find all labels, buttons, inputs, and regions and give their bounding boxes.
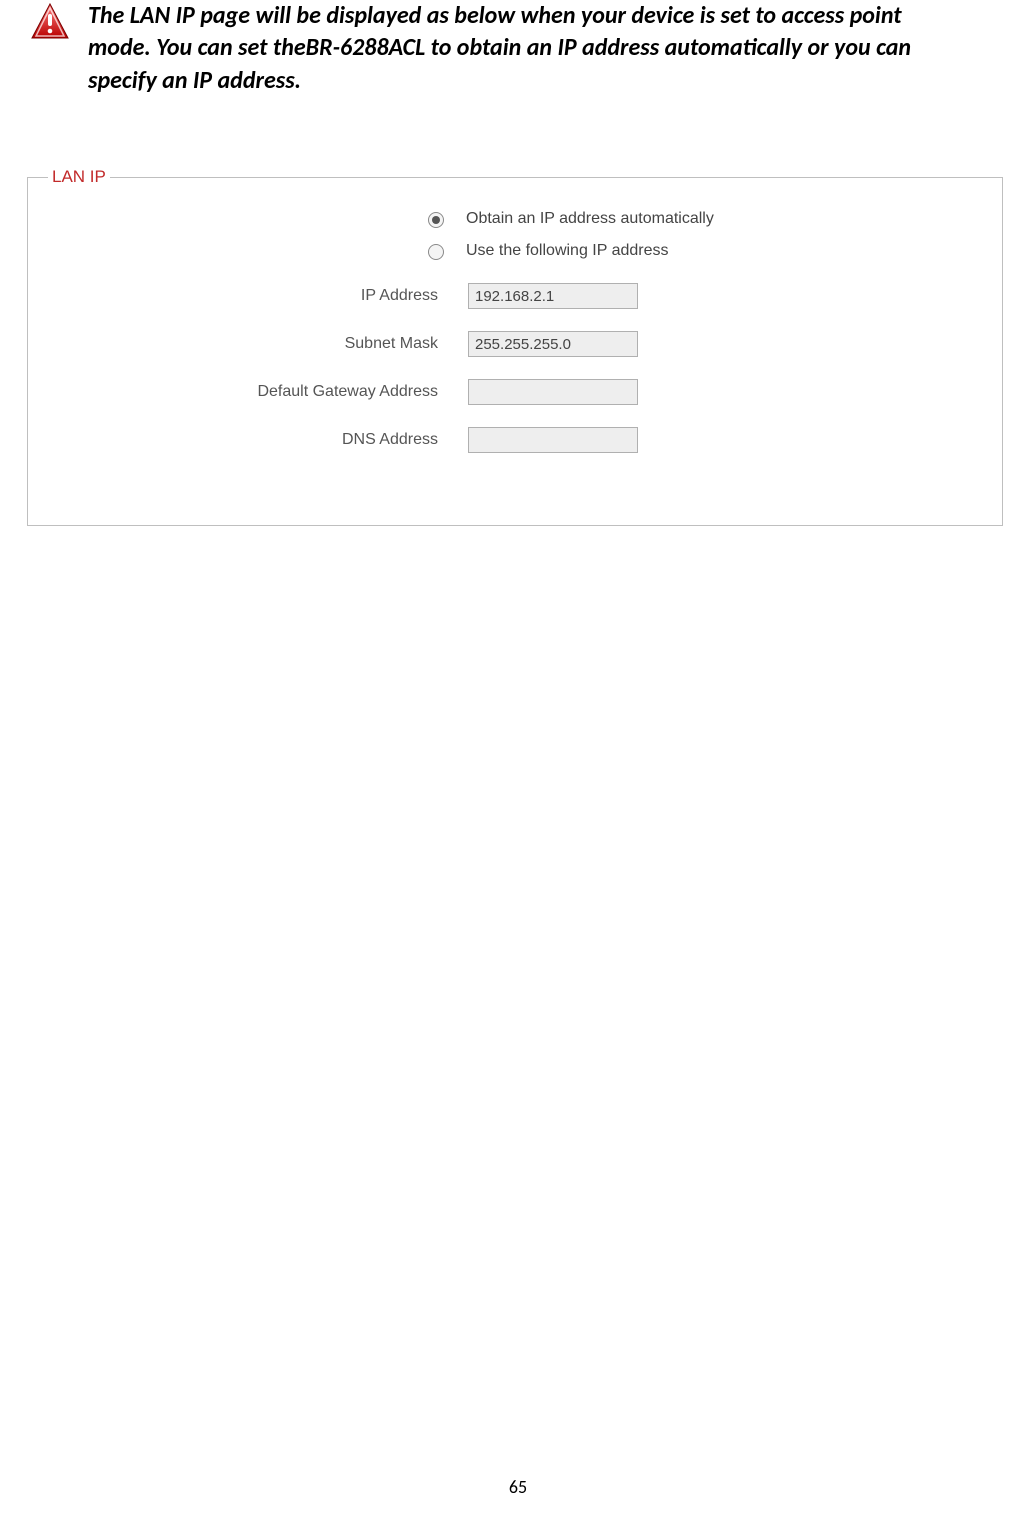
radio-icon	[428, 244, 444, 260]
input-subnet-mask[interactable]	[468, 331, 638, 357]
document-page: The LAN IP page will be displayed as bel…	[0, 0, 1036, 1528]
note-text: The LAN IP page will be displayed as bel…	[88, 0, 1006, 97]
input-default-gateway[interactable]	[468, 379, 638, 405]
ip-mode-radio-group: Obtain an IP address automatically Use t…	[428, 207, 982, 263]
radio-label: Obtain an IP address automatically	[466, 210, 714, 228]
row-subnet-mask: Subnet Mask	[48, 331, 982, 357]
label-subnet-mask: Subnet Mask	[48, 335, 468, 353]
lan-ip-fieldset: LAN IP Obtain an IP address automaticall…	[27, 167, 1003, 526]
input-dns-address[interactable]	[468, 427, 638, 453]
row-ip-address: IP Address	[48, 283, 982, 309]
label-dns-address: DNS Address	[48, 431, 468, 449]
label-ip-address: IP Address	[48, 287, 468, 305]
warning-icon	[30, 2, 70, 42]
radio-use-following[interactable]: Use the following IP address	[428, 239, 982, 263]
row-dns-address: DNS Address	[48, 427, 982, 453]
page-number: 65	[0, 1476, 1036, 1498]
row-default-gateway: Default Gateway Address	[48, 379, 982, 405]
fieldset-legend: LAN IP	[48, 167, 110, 187]
radio-obtain-auto[interactable]: Obtain an IP address automatically	[428, 207, 982, 231]
lan-ip-panel: LAN IP Obtain an IP address automaticall…	[25, 167, 1005, 526]
radio-label: Use the following IP address	[466, 242, 668, 260]
form-rows: IP Address Subnet Mask Default Gateway A…	[48, 283, 982, 453]
note-block: The LAN IP page will be displayed as bel…	[30, 0, 1006, 97]
input-ip-address[interactable]	[468, 283, 638, 309]
radio-icon	[428, 212, 444, 228]
label-default-gateway: Default Gateway Address	[48, 383, 468, 401]
